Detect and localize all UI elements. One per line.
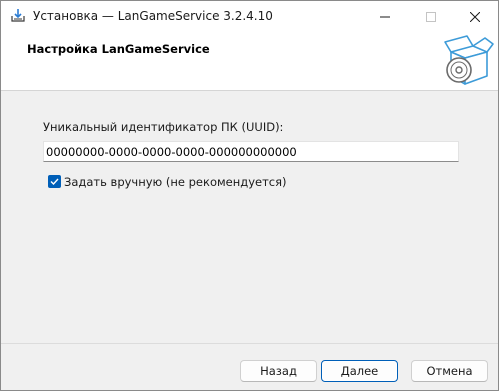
maximize-icon: [426, 11, 436, 22]
footer-divider: [1, 343, 498, 344]
minimize-icon: [380, 16, 390, 17]
maximize-button: [408, 1, 454, 32]
title-bar[interactable]: Установка — LanGameService 3.2.4.10: [1, 1, 498, 32]
checkmark-icon: [50, 178, 59, 186]
wizard-header: Настройка LanGameService: [1, 32, 498, 91]
manual-checkbox[interactable]: [48, 175, 61, 188]
manual-checkbox-label[interactable]: Задать вручную (не рекомендуется): [64, 175, 287, 189]
back-button[interactable]: Назад: [240, 360, 317, 382]
window-title: Установка — LanGameService 3.2.4.10: [33, 9, 273, 23]
next-button[interactable]: Далее: [321, 360, 398, 382]
page-title: Настройка LanGameService: [27, 42, 210, 56]
close-icon: [470, 11, 480, 22]
installer-window: Установка — LanGameService 3.2.4.10 Наст…: [0, 0, 499, 391]
close-button[interactable]: [452, 1, 498, 32]
cancel-button[interactable]: Отмена: [411, 360, 488, 382]
box-with-disc-icon: [441, 34, 495, 88]
uuid-input[interactable]: [43, 141, 459, 162]
uuid-label: Уникальный идентификатор ПК (UUID):: [43, 120, 284, 134]
installer-download-icon: [10, 7, 26, 23]
minimize-button[interactable]: [362, 1, 408, 32]
